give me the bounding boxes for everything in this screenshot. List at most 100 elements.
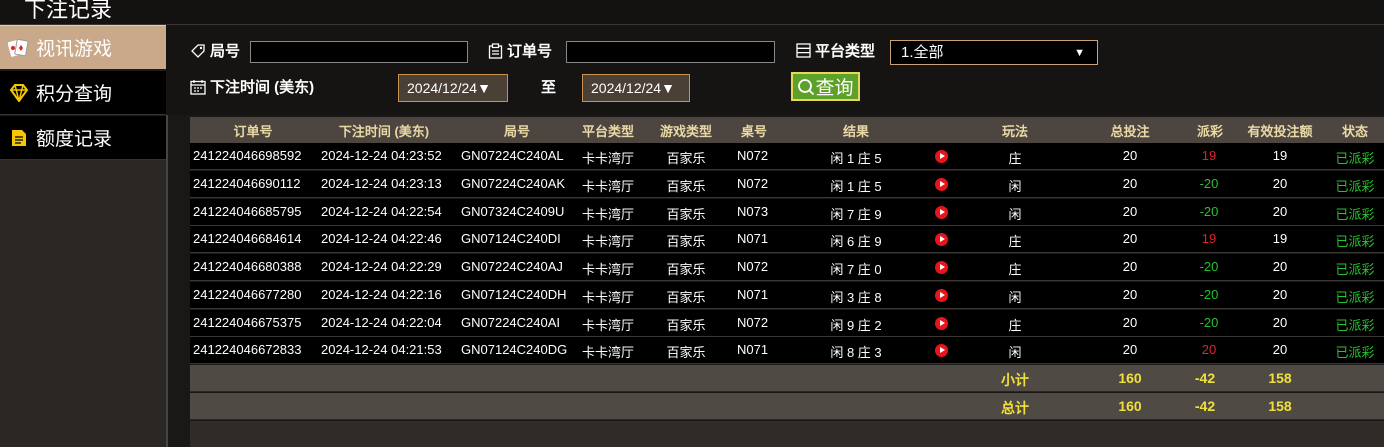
cell-game: 百家乐: [666, 234, 706, 250]
cell-total-bet: 20: [1122, 259, 1138, 274]
playing-cards-icon: [8, 37, 30, 59]
cell-order: 241224046698592: [193, 148, 302, 163]
cell-payout: 20: [1201, 342, 1217, 358]
subtotal-row: 小计 160 -42 158: [190, 365, 1384, 392]
to-label: 至: [541, 79, 557, 96]
diamond-icon: [8, 82, 30, 104]
cell-valid-bet: 20: [1272, 259, 1288, 274]
cell-game: 百家乐: [666, 206, 706, 222]
cell-table: N071: [737, 231, 769, 247]
calendar-icon: [190, 79, 206, 95]
date-to-picker[interactable]: 2024/12/24▼: [582, 74, 690, 102]
cell-time: 2024-12-24 04:23:13: [321, 175, 442, 191]
cell-table: N073: [737, 203, 769, 219]
cell-platform: 卡卡湾厅: [582, 178, 635, 194]
col-header-platform: 平台类型: [581, 124, 635, 139]
play-video-icon[interactable]: [935, 150, 948, 163]
cell-payout: 19: [1201, 231, 1217, 247]
cell-time: 2024-12-24 04:23:52: [321, 148, 442, 163]
cell-game: 百家乐: [666, 345, 706, 361]
cell-valid-bet: 20: [1272, 286, 1288, 302]
play-video-icon[interactable]: [935, 177, 948, 191]
cell-bet-type: 庄: [1008, 234, 1022, 250]
cell-total-bet: 20: [1122, 342, 1138, 358]
col-header-order: 订单号: [233, 124, 273, 139]
cell-bet-type: 闲: [1008, 178, 1022, 194]
sidebar-item-points[interactable]: 积分查询: [0, 71, 166, 115]
cell-total-bet: 20: [1122, 231, 1138, 247]
cell-round: GN07224C240AJ: [461, 259, 563, 274]
play-video-icon[interactable]: [935, 316, 948, 330]
cell-valid-bet: 20: [1272, 314, 1288, 330]
cell-status: 已派彩: [1335, 262, 1375, 277]
cell-platform: 卡卡湾厅: [582, 234, 635, 250]
play-video-icon[interactable]: [935, 233, 948, 247]
cell-bet-type: 庄: [1008, 262, 1022, 277]
order-input[interactable]: [566, 41, 775, 63]
cell-result: 闲 8 庄 3: [830, 345, 882, 361]
query-button[interactable]: 查询: [791, 72, 860, 101]
cell-payout: -20: [1199, 259, 1219, 274]
sidebar-item-label: 额度记录: [36, 129, 113, 150]
cell-payout: -20: [1199, 314, 1219, 330]
round-input[interactable]: [250, 41, 468, 63]
clipboard-icon: [488, 42, 503, 59]
cell-total-bet: 20: [1122, 148, 1138, 163]
play-video-icon[interactable]: [935, 205, 948, 219]
table-row: 241224046672833 2024-12-24 04:21:53 GN0712…: [190, 337, 1384, 365]
cell-result: 闲 3 庄 8: [830, 289, 882, 305]
table-header: 订单号 下注时间 (美东) 局号 平台类型 游戏类型 桌号 结果 玩法 总投注 …: [190, 117, 1384, 143]
cell-platform: 卡卡湾厅: [582, 206, 635, 222]
sidebar-item-credit-records[interactable]: 额度记录: [0, 116, 166, 160]
order-label: 订单号: [488, 40, 552, 61]
table-row: 241224046690112 2024-12-24 04:23:13 GN0722…: [190, 170, 1384, 198]
cell-bet-type: 闲: [1008, 345, 1022, 361]
cell-time: 2024-12-24 04:21:53: [321, 342, 442, 358]
table-row: 241224046684614 2024-12-24 04:22:46 GN0712…: [190, 226, 1384, 254]
play-video-icon[interactable]: [935, 261, 948, 274]
cell-game: 百家乐: [666, 178, 706, 194]
search-icon: [798, 78, 815, 95]
play-video-icon[interactable]: [935, 288, 948, 302]
table-row: 241224046680388 2024-12-24 04:22:29 GN0722…: [190, 254, 1384, 281]
cell-status: 已派彩: [1335, 151, 1375, 166]
sidebar-item-live-games[interactable]: 视讯游戏: [0, 25, 166, 69]
col-header-status: 状态: [1341, 124, 1369, 139]
cell-order: 241224046675375: [193, 314, 302, 330]
platform-select[interactable]: 1.全部 ▼: [890, 40, 1098, 65]
cell-status: 已派彩: [1335, 234, 1375, 250]
sidebar-background: [0, 160, 166, 447]
cell-valid-bet: 20: [1272, 175, 1288, 191]
col-header-round: 局号: [503, 124, 531, 139]
col-header-payout: 派彩: [1196, 124, 1224, 139]
col-header-bet-type: 玩法: [1001, 124, 1029, 139]
table-row: 241224046698592 2024-12-24 04:23:52 GN0722…: [190, 143, 1384, 170]
time-label: 下注时间 (美东): [190, 76, 314, 97]
cell-table: N071: [737, 342, 769, 358]
cell-platform: 卡卡湾厅: [582, 289, 635, 305]
cell-status: 已派彩: [1335, 289, 1375, 305]
cell-table: N071: [737, 286, 769, 302]
cell-game: 百家乐: [666, 289, 706, 305]
table-footer-area: [190, 421, 1384, 447]
list-icon: [796, 43, 811, 58]
filter-panel: [166, 25, 1384, 115]
cell-status: 已派彩: [1335, 178, 1375, 194]
cell-total-bet: 20: [1122, 314, 1138, 330]
date-from-picker[interactable]: 2024/12/24▼: [398, 74, 508, 102]
cell-result: 闲 1 庄 5: [830, 151, 882, 166]
cell-round: GN07224C240AL: [461, 148, 564, 163]
sidebar-item-label: 积分查询: [36, 84, 113, 105]
round-label: 局号: [190, 40, 240, 61]
platform-label: 平台类型: [796, 40, 875, 61]
cell-round: GN07124C240DG: [461, 342, 568, 358]
cell-valid-bet: 19: [1272, 148, 1288, 163]
cell-round: GN07124C240DI: [461, 231, 561, 247]
cell-valid-bet: 20: [1272, 203, 1288, 219]
cell-result: 闲 7 庄 0: [830, 262, 882, 277]
play-video-icon[interactable]: [935, 344, 948, 358]
cell-result: 闲 7 庄 9: [830, 206, 882, 222]
cell-round: GN07224C240AI: [461, 314, 561, 330]
cell-round: GN07124C240DH: [461, 286, 567, 302]
cell-order: 241224046684614: [193, 231, 302, 247]
